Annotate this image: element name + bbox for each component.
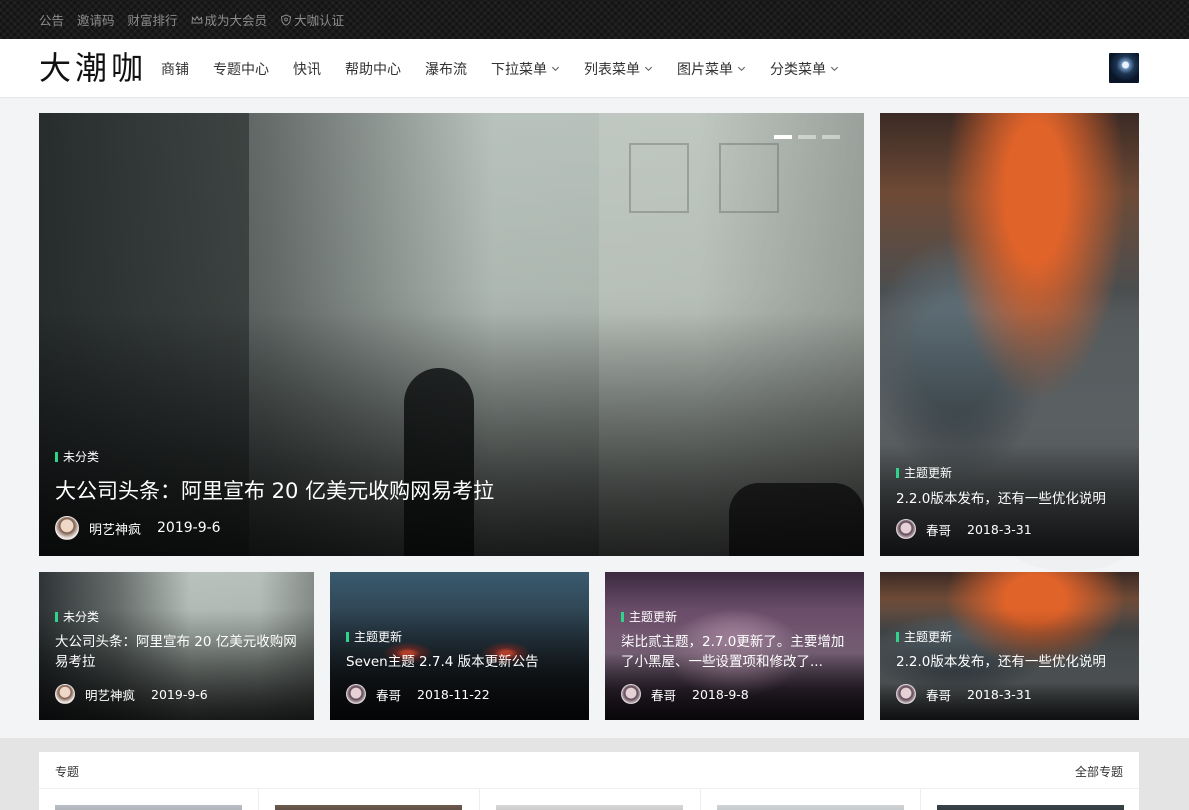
nav-item-category-menu[interactable]: 分类菜单 (770, 59, 839, 79)
nav-item-topics[interactable]: 专题中心 (213, 59, 269, 79)
invite-code-label: 邀请码 (77, 13, 115, 28)
topic-thumbnail[interactable] (275, 805, 462, 810)
invite-code-link[interactable]: 邀请码 (77, 10, 115, 29)
hero-category-tag[interactable]: 未分类 (55, 448, 99, 465)
post-card[interactable]: 主题更新 Seven主题 2.7.4 版本更新公告 春哥 2018-11-22 (330, 572, 589, 720)
become-vip-link[interactable]: 成为大会员 (190, 10, 268, 29)
card-author[interactable]: 春哥 (926, 685, 951, 704)
hero-date: 2019-9-6 (157, 520, 221, 536)
become-vip-label: 成为大会员 (204, 13, 268, 28)
author-avatar[interactable] (55, 516, 79, 540)
card-author[interactable]: 春哥 (376, 685, 401, 704)
topic-thumbnail[interactable] (55, 805, 242, 810)
nav-item-image-menu[interactable]: 图片菜单 (677, 59, 746, 79)
card-meta: 春哥 2018-9-8 (621, 684, 749, 704)
nav-item-label: 瀑布流 (425, 61, 467, 78)
topic-thumbnail[interactable] (496, 805, 683, 810)
card-meta: 明艺神疯 2019-9-6 (55, 684, 208, 704)
post-card[interactable]: 主题更新 柒比贰主题，2.7.0更新了。主要增加了小黑屋、一些设置项和修改了..… (605, 572, 864, 720)
divider (258, 789, 259, 810)
user-avatar[interactable] (1109, 53, 1139, 83)
topics-heading: 专题 (55, 765, 80, 779)
main-navigation: 大潮咖 商铺 专题中心 快讯 帮助中心 瀑布流 下拉菜单 列表菜单 图片菜单 分… (0, 39, 1189, 98)
card-meta: 春哥 2018-11-22 (346, 684, 490, 704)
wealth-ranking-label: 财富排行 (127, 13, 178, 28)
top-utility-bar: 公告 邀请码 财富排行 成为大会员 大咖认证 (0, 0, 1189, 39)
card-date: 2018-3-31 (967, 686, 1032, 702)
nav-item-waterfall[interactable]: 瀑布流 (425, 59, 467, 79)
side-author[interactable]: 春哥 (926, 520, 951, 539)
author-avatar[interactable] (55, 684, 75, 704)
announcement-label: 公告 (39, 13, 65, 28)
topic-thumbnail[interactable] (937, 805, 1124, 810)
nav-item-news[interactable]: 快讯 (293, 59, 321, 79)
nav-item-shop[interactable]: 商铺 (161, 59, 189, 79)
crown-icon (190, 14, 203, 23)
hero-author[interactable]: 明艺神疯 (89, 519, 141, 538)
slider-dot[interactable] (798, 135, 816, 139)
card-title[interactable]: 柒比贰主题，2.7.0更新了。主要增加了小黑屋、一些设置项和修改了... (621, 633, 853, 673)
nav-item-label: 帮助中心 (345, 61, 401, 78)
side-meta: 春哥 2018-3-31 (896, 519, 1032, 539)
hero-post-card[interactable]: 未分类 大公司头条：阿里宣布 20 亿美元收购网易考拉 明艺神疯 2019-9-… (39, 113, 864, 556)
nav-item-list-menu[interactable]: 列表菜单 (584, 59, 653, 79)
topic-thumbnail[interactable] (717, 805, 904, 810)
nav-item-label: 下拉菜单 (491, 61, 547, 78)
verification-link[interactable]: 大咖认证 (280, 10, 344, 29)
nav-menu: 商铺 专题中心 快讯 帮助中心 瀑布流 下拉菜单 列表菜单 图片菜单 分类菜单 (161, 39, 863, 98)
chevron-down-icon (551, 66, 560, 72)
topics-panel: 专题 全部专题 (39, 752, 1139, 810)
nav-item-dropdown-menu[interactable]: 下拉菜单 (491, 59, 560, 79)
verification-label: 大咖认证 (294, 13, 345, 28)
card-author[interactable]: 春哥 (651, 685, 676, 704)
divider (700, 789, 701, 810)
nav-item-label: 商铺 (161, 61, 189, 78)
author-avatar[interactable] (896, 684, 916, 704)
side-post-card[interactable]: 主题更新 2.2.0版本发布，还有一些优化说明 春哥 2018-3-31 (880, 113, 1139, 556)
slider-indicators (768, 135, 840, 139)
shield-icon (281, 13, 292, 26)
author-avatar[interactable] (896, 519, 916, 539)
chevron-down-icon (644, 66, 653, 72)
all-topics-link[interactable]: 全部专题 (1075, 763, 1123, 780)
author-avatar[interactable] (346, 684, 366, 704)
card-date: 2018-9-8 (692, 686, 749, 702)
author-avatar[interactable] (621, 684, 641, 704)
chevron-down-icon (830, 66, 839, 72)
post-card[interactable]: 主题更新 2.2.0版本发布，还有一些优化说明 春哥 2018-3-31 (880, 572, 1139, 720)
wealth-ranking-link[interactable]: 财富排行 (128, 10, 178, 29)
post-card[interactable]: 未分类 大公司头条：阿里宣布 20 亿美元收购网易考拉 明艺神疯 2019-9-… (39, 572, 314, 720)
nav-item-label: 图片菜单 (677, 61, 733, 78)
card-author[interactable]: 明艺神疯 (85, 685, 135, 704)
side-title[interactable]: 2.2.0版本发布，还有一些优化说明 (896, 490, 1126, 510)
side-category-tag[interactable]: 主题更新 (896, 464, 952, 481)
card-meta: 春哥 2018-3-31 (896, 684, 1032, 704)
card-date: 2018-11-22 (417, 686, 490, 702)
announcement-link[interactable]: 公告 (39, 10, 64, 29)
card-category-tag[interactable]: 主题更新 (346, 628, 402, 645)
card-category-tag[interactable]: 主题更新 (621, 608, 677, 625)
card-category-tag[interactable]: 未分类 (55, 608, 99, 625)
side-date: 2018-3-31 (967, 521, 1032, 537)
card-category-tag[interactable]: 主题更新 (896, 628, 952, 645)
card-date: 2019-9-6 (151, 686, 208, 702)
nav-item-label: 快讯 (293, 61, 321, 78)
site-logo[interactable]: 大潮咖 (39, 49, 147, 87)
nav-item-label: 分类菜单 (770, 61, 826, 78)
topics-thumbnails (39, 788, 1139, 810)
chevron-down-icon (737, 66, 746, 72)
hero-title[interactable]: 大公司头条：阿里宣布 20 亿美元收购网易考拉 (55, 476, 494, 506)
hero-meta: 明艺神疯 2019-9-6 (55, 516, 221, 540)
card-title[interactable]: 2.2.0版本发布，还有一些优化说明 (896, 653, 1128, 673)
divider (920, 789, 921, 810)
card-title[interactable]: 大公司头条：阿里宣布 20 亿美元收购网易考拉 (55, 633, 303, 672)
nav-item-help[interactable]: 帮助中心 (345, 59, 401, 79)
nav-item-label: 专题中心 (213, 61, 269, 78)
slider-dot[interactable] (822, 135, 840, 139)
card-title[interactable]: Seven主题 2.7.4 版本更新公告 (346, 653, 576, 673)
slider-dot-active[interactable] (774, 135, 792, 139)
divider (479, 789, 480, 810)
nav-item-label: 列表菜单 (584, 61, 640, 78)
